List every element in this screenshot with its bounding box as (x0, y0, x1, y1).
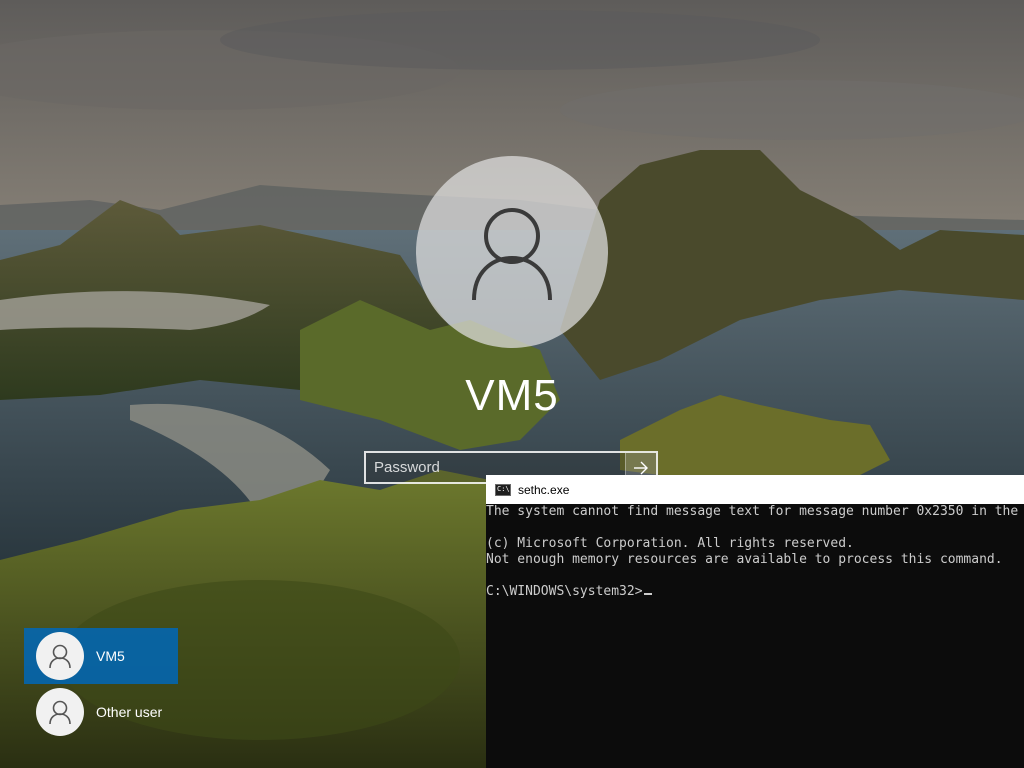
console-line: (c) Microsoft Corporation. All rights re… (486, 536, 854, 551)
username-label: VM5 (465, 371, 559, 420)
console-prompt: C:\WINDOWS\system32> (486, 584, 643, 599)
user-list-item-label: Other user (96, 704, 163, 720)
console-prompt-line[interactable]: C:\WINDOWS\system32> (486, 584, 1024, 600)
arrow-right-icon (634, 461, 648, 474)
user-list-item-vm5[interactable]: VM5 (24, 628, 178, 684)
person-icon (49, 644, 71, 669)
console-window[interactable]: C:\ sethc.exe The system cannot find mes… (486, 475, 1024, 768)
text-cursor (643, 593, 652, 595)
cmd-icon: C:\ (495, 483, 511, 496)
console-line: The system cannot find message text for … (486, 504, 1019, 519)
console-title: sethc.exe (518, 482, 570, 497)
console-titlebar[interactable]: C:\ sethc.exe (486, 475, 1024, 504)
person-icon (472, 208, 552, 301)
console-line: Not enough memory resources are availabl… (486, 552, 1003, 567)
user-avatar-large (416, 156, 608, 348)
avatar (36, 632, 84, 680)
person-icon (49, 700, 71, 725)
console-output[interactable]: The system cannot find message text for … (486, 504, 1024, 768)
avatar (36, 688, 84, 736)
user-list-item-other-user[interactable]: Other user (24, 684, 178, 740)
user-list-item-label: VM5 (96, 648, 125, 664)
